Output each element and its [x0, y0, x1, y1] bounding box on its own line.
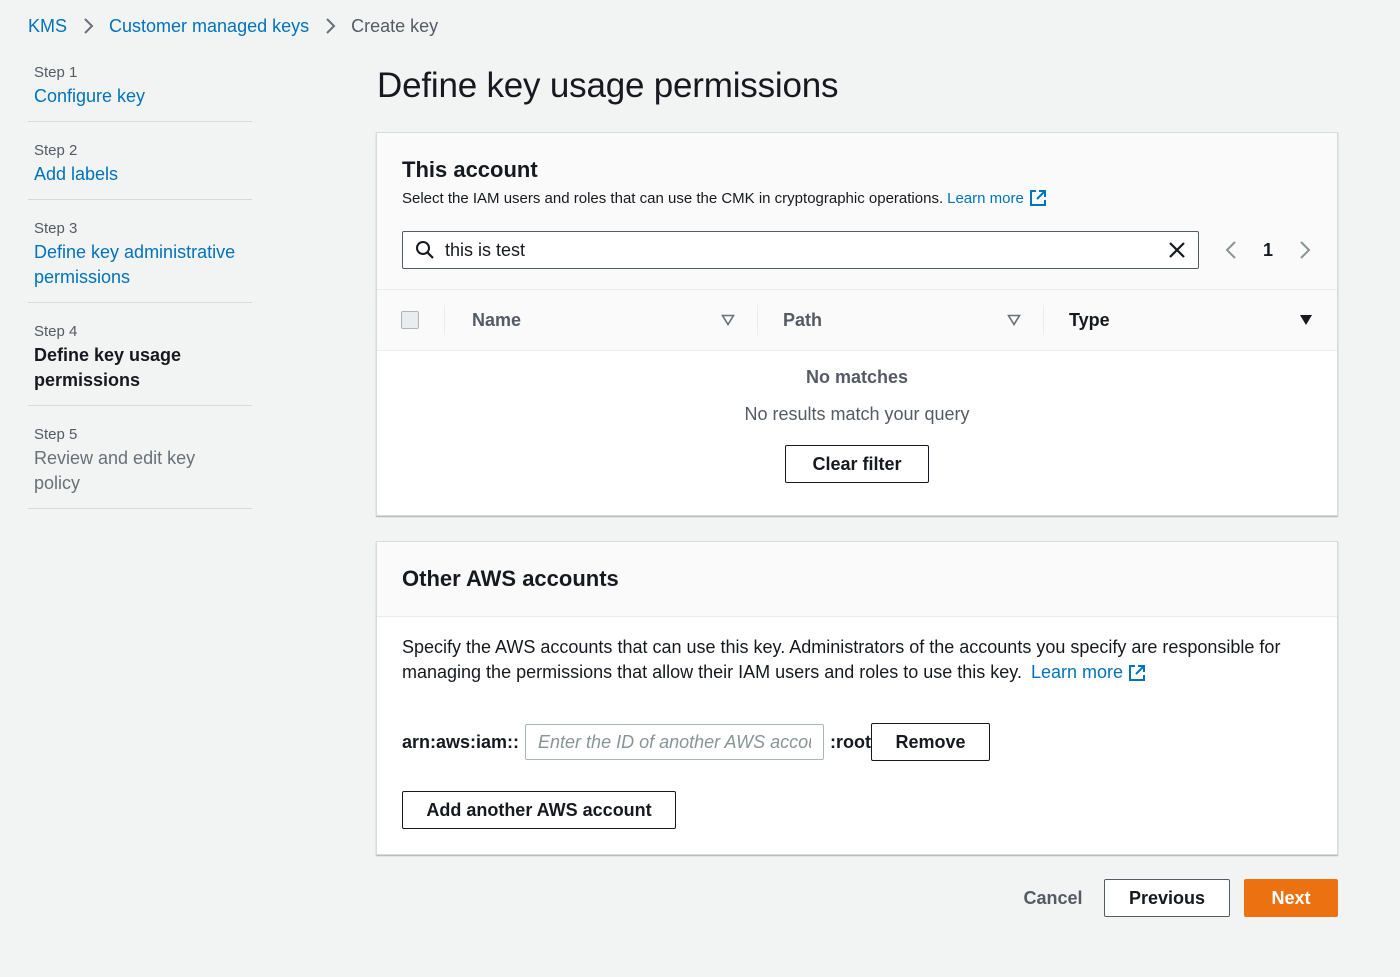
breadcrumb-customer-managed-keys-link[interactable]: Customer managed keys: [109, 16, 309, 37]
sort-descending-icon[interactable]: [1299, 314, 1313, 326]
search-field[interactable]: [402, 231, 1199, 269]
external-link-icon: [1029, 189, 1047, 207]
learn-more-label: Learn more: [1030, 662, 1124, 682]
page-number[interactable]: 1: [1263, 240, 1273, 261]
remove-account-button[interactable]: Remove: [871, 723, 991, 761]
this-account-panel: This account Select the IAM users and ro…: [376, 132, 1338, 516]
step-number: Step 4: [34, 323, 78, 340]
select-all-cell: [377, 305, 445, 335]
description-text: Specify the AWS accounts that can use th…: [402, 637, 1281, 682]
step-link-key-administrative-permissions[interactable]: Define key administrative permissions: [34, 240, 244, 290]
learn-more-link[interactable]: Learn more: [1031, 660, 1146, 685]
step-number: Step 1: [34, 64, 78, 81]
breadcrumb: KMS Customer managed keys Create key: [28, 14, 438, 38]
column-path-label: Path: [783, 309, 823, 330]
chevron-right-icon: [83, 17, 95, 35]
wizard-actions: Cancel Previous Next: [1010, 879, 1338, 917]
table-empty-state: No matches No results match your query C…: [377, 351, 1337, 515]
empty-title: No matches: [805, 367, 909, 387]
table-header: Name Path Type: [377, 289, 1337, 351]
empty-text: No results match your query: [744, 404, 970, 424]
step-2: Step 2 Add labels: [28, 122, 252, 200]
previous-button[interactable]: Previous: [1104, 879, 1230, 917]
external-link-icon: [1128, 664, 1146, 682]
column-path[interactable]: Path: [758, 305, 1044, 335]
clear-filter-button[interactable]: Clear filter: [785, 445, 929, 483]
step-1: Step 1 Configure key: [28, 56, 252, 122]
account-arn-row: arn:aws:iam:: :root Remove: [402, 723, 1312, 761]
next-button[interactable]: Next: [1244, 879, 1338, 917]
account-id-input[interactable]: [525, 724, 825, 760]
search-icon: [415, 240, 435, 260]
panel-title: Other AWS accounts: [402, 566, 619, 591]
add-aws-account-button[interactable]: Add another AWS account: [402, 791, 676, 829]
step-3: Step 3 Define key administrative permiss…: [28, 200, 252, 303]
breadcrumb-kms-link[interactable]: KMS: [28, 16, 67, 37]
column-type-label: Type: [1069, 309, 1110, 330]
breadcrumb-current: Create key: [351, 15, 439, 36]
column-name-label: Name: [472, 309, 522, 330]
step-number: Step 2: [34, 142, 78, 159]
arn-prefix: arn:aws:iam::: [402, 731, 520, 752]
step-link-add-labels[interactable]: Add labels: [34, 162, 246, 187]
page-title: Define key usage permissions: [377, 66, 839, 105]
learn-more-label: Learn more: [947, 189, 1024, 207]
pagination: 1: [1225, 240, 1311, 261]
sort-icon[interactable]: [1007, 314, 1021, 326]
cancel-button[interactable]: Cancel: [1010, 879, 1096, 917]
close-icon[interactable]: [1168, 241, 1186, 259]
chevron-left-icon[interactable]: [1225, 240, 1237, 260]
arn-suffix: :root: [830, 731, 872, 752]
step-4: Step 4 Define key usage permissions: [28, 303, 252, 406]
step-current-key-usage-permissions: Define key usage permissions: [34, 345, 182, 390]
chevron-right-icon[interactable]: [1299, 240, 1311, 260]
step-number: Step 5: [34, 426, 78, 443]
other-aws-accounts-panel: Other AWS accounts Specify the AWS accou…: [376, 541, 1338, 855]
step-number: Step 3: [34, 220, 78, 237]
step-link-configure-key[interactable]: Configure key: [34, 84, 246, 109]
learn-more-link[interactable]: Learn more: [947, 189, 1047, 207]
column-name[interactable]: Name: [445, 305, 758, 335]
search-input[interactable]: [445, 239, 1168, 261]
step-5: Step 5 Review and edit key policy: [28, 406, 252, 509]
panel-description: Specify the AWS accounts that can use th…: [402, 635, 1312, 685]
wizard-steps: Step 1 Configure key Step 2 Add labels S…: [28, 56, 252, 509]
description-text: Select the IAM users and roles that can …: [402, 189, 944, 207]
column-type[interactable]: Type: [1044, 305, 1337, 335]
sort-icon[interactable]: [721, 314, 735, 326]
select-all-checkbox[interactable]: [400, 311, 419, 329]
panel-title: This account: [402, 157, 538, 182]
chevron-right-icon: [325, 17, 337, 35]
step-review-key-policy: Review and edit key policy: [34, 448, 196, 493]
search-row: 1: [402, 231, 1311, 269]
panel-description: Select the IAM users and roles that can …: [402, 189, 1312, 207]
